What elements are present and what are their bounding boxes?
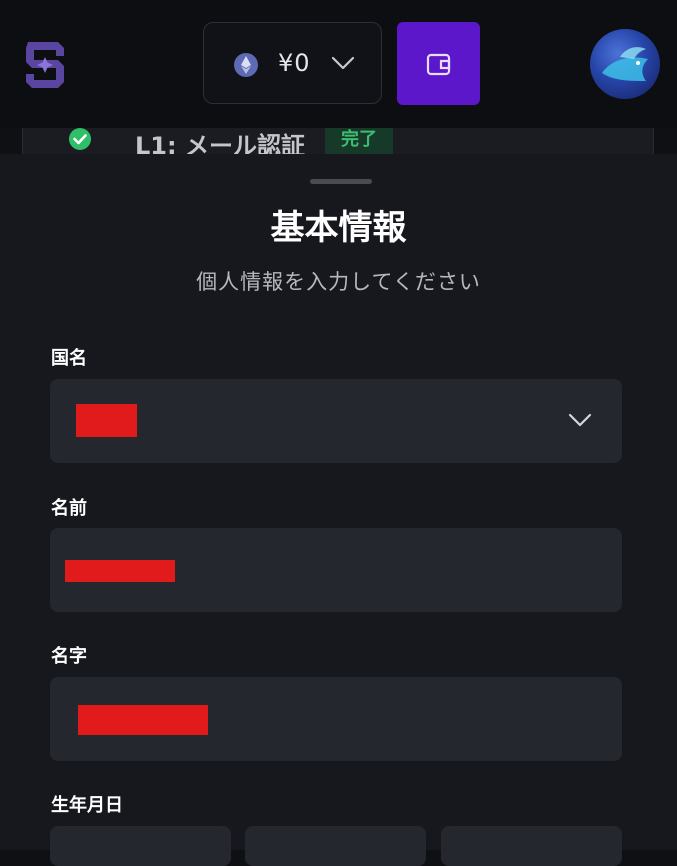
redacted-value: [78, 705, 208, 735]
chevron-down-icon: [568, 412, 592, 428]
ethereum-icon: [234, 53, 258, 77]
last-name-label: 名字: [51, 646, 87, 667]
birthdate-label: 生年月日: [51, 795, 123, 816]
country-select[interactable]: [50, 379, 622, 463]
sheet-subtitle: 個人情報を入力してください: [196, 270, 481, 294]
balance-selector[interactable]: ¥0: [203, 22, 382, 104]
balance-amount: ¥0: [278, 49, 311, 77]
birth-day-select[interactable]: [441, 826, 622, 866]
last-name-input[interactable]: [50, 677, 622, 761]
step-label: L1: メール認証: [135, 132, 305, 154]
verification-step-row: L1: メール認証 完了: [22, 128, 654, 154]
sheet-title: 基本情報: [270, 208, 407, 248]
first-name-input[interactable]: [50, 528, 622, 612]
wallet-button[interactable]: [397, 22, 480, 105]
basic-info-sheet: 基本情報 個人情報を入力してください 国名 名前 名字 生年月日: [0, 154, 677, 866]
check-circle-icon: [67, 128, 93, 154]
redacted-value: [65, 560, 175, 582]
birth-month-select[interactable]: [245, 826, 426, 866]
sheet-drag-handle[interactable]: [310, 179, 372, 184]
brand-logo-icon[interactable]: [22, 38, 68, 90]
birth-year-select[interactable]: [50, 826, 231, 866]
redacted-value: [76, 404, 137, 437]
first-name-label: 名前: [51, 498, 87, 519]
chevron-down-icon: [331, 55, 355, 71]
top-app-bar: ¥0: [0, 0, 677, 128]
country-label: 国名: [51, 348, 87, 369]
step-status-badge: 完了: [325, 128, 393, 154]
wallet-icon: [425, 50, 453, 78]
user-avatar[interactable]: [590, 29, 660, 99]
